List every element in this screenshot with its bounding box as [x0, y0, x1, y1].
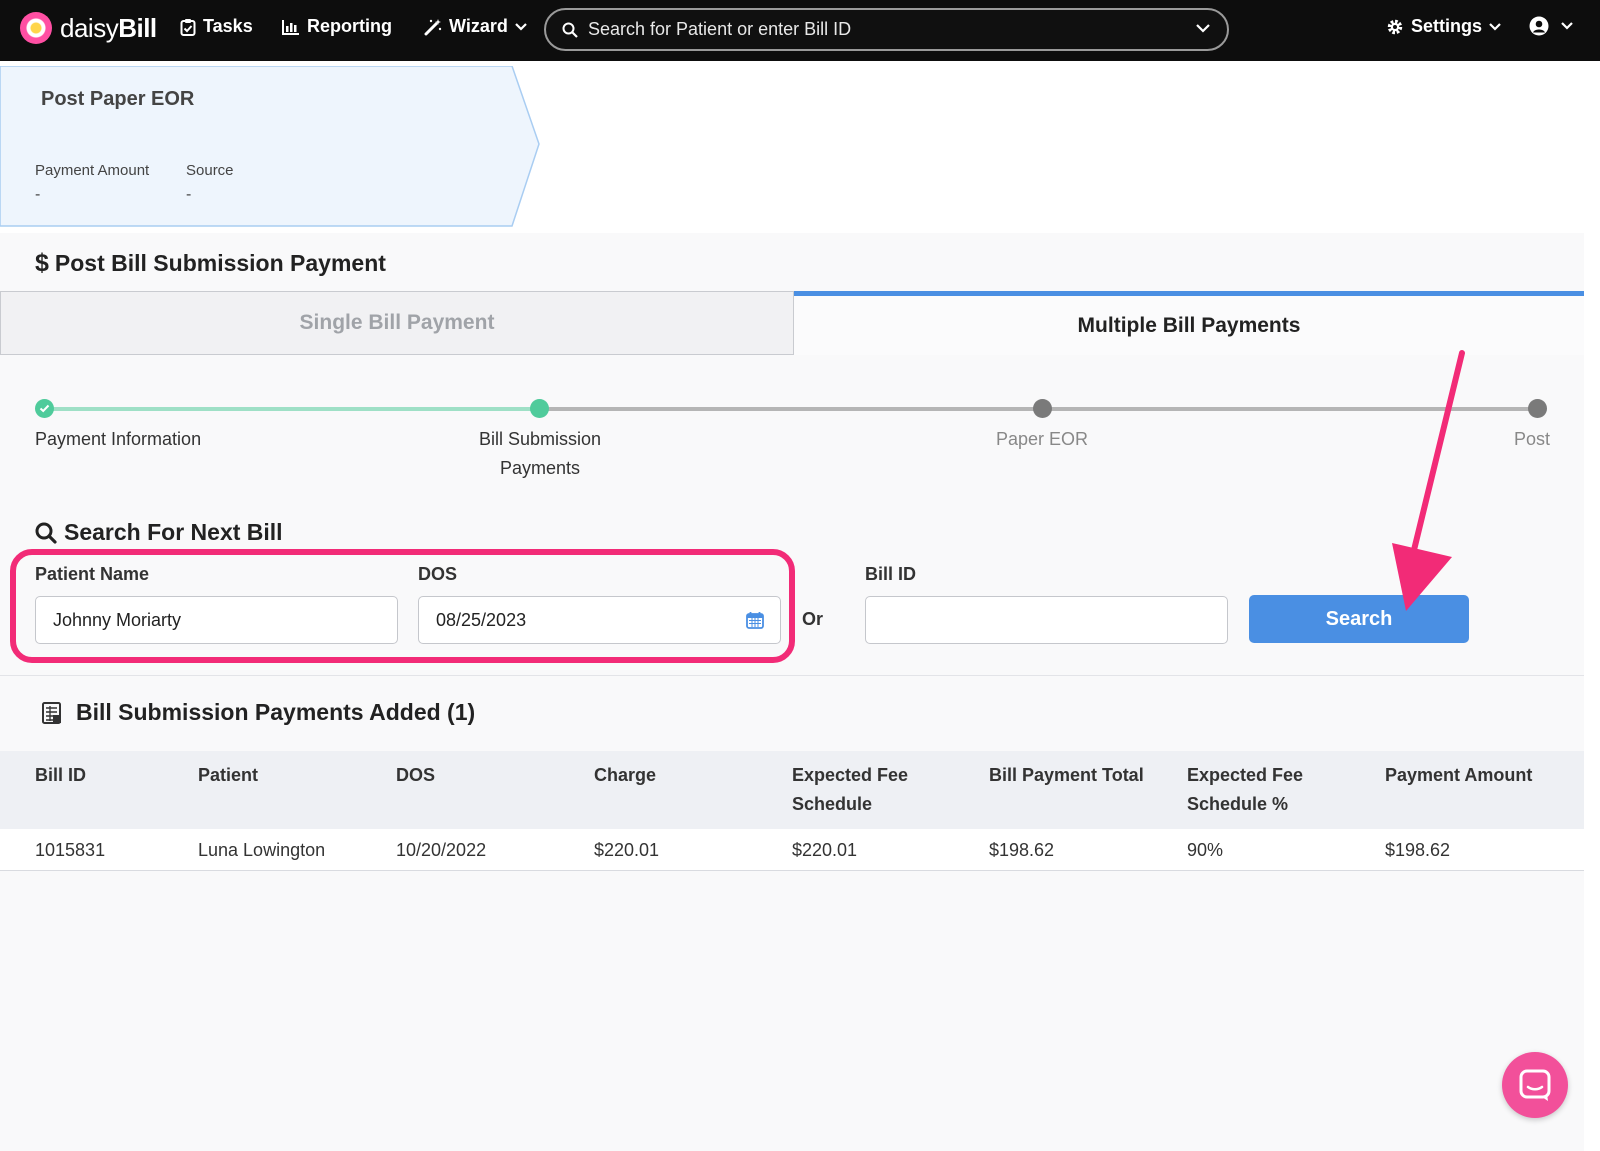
nav-tasks-label: Tasks	[203, 16, 253, 36]
step-card-title: Post Paper EOR	[41, 88, 195, 110]
step-header-card: Post Paper EOR Payment Amount - Source -	[0, 66, 540, 228]
brand-name: daisyBill	[60, 12, 157, 43]
cell-charge: $220.01	[594, 840, 660, 860]
bar-chart-icon	[282, 19, 299, 35]
chevron-down-icon[interactable]	[1195, 22, 1211, 34]
top-navbar: daisyBill Tasks Reporting Wizard Search …	[0, 0, 1600, 61]
column-header: DOS	[396, 765, 436, 785]
column-header: Patient	[198, 765, 259, 785]
user-menu[interactable]	[1529, 16, 1581, 36]
chat-icon	[1519, 1069, 1551, 1101]
payments-added-heading: Bill Submission Payments Added (1)	[40, 699, 475, 726]
cell-expected-fee-schedule: $220.01	[792, 840, 858, 860]
brand-logo[interactable]: daisyBill	[20, 12, 157, 44]
spreadsheet-icon	[42, 701, 61, 724]
search-icon	[562, 22, 578, 38]
step-label-payment-information: Payment Information	[35, 429, 202, 449]
nav-settings-label: Settings	[1411, 16, 1483, 36]
cell-bill-id: 1015831	[35, 840, 106, 860]
table-header: Bill ID Patient DOS Charge Expected Fee …	[0, 751, 1584, 829]
step-label-bill-submission-payments: Bill Submission Payments	[478, 429, 602, 478]
table-row[interactable]: 1015831 Luna Lowington 10/20/2022 $220.0…	[0, 829, 1584, 871]
payment-amount-label: Payment Amount	[35, 162, 150, 179]
bill-id-input[interactable]	[865, 596, 1228, 644]
or-separator: Or	[802, 609, 824, 629]
cell-patient: Luna Lowington	[198, 840, 326, 860]
step-label-paper-eor: Paper EOR	[995, 429, 1089, 449]
clipboard-check-icon	[180, 18, 196, 36]
step-label-post: Post	[1513, 429, 1550, 449]
chat-support-button[interactable]	[1502, 1052, 1568, 1118]
chevron-down-icon	[515, 22, 527, 31]
column-header: Expected Fee Schedule %	[1187, 765, 1304, 814]
panel-title: $ Post Bill Submission Payment	[35, 249, 386, 278]
bill-id-label: Bill ID	[865, 564, 917, 584]
progress-stepper: Payment Information Bill Submission Paym…	[0, 393, 1584, 483]
step-pending-dot	[1528, 399, 1547, 418]
chevron-down-icon	[1489, 22, 1501, 31]
tab-single-bill-payment[interactable]: Single Bill Payment	[0, 291, 794, 355]
global-search-input[interactable]: Search for Patient or enter Bill ID	[544, 8, 1229, 51]
search-next-bill-heading-text: Search For Next Bill	[64, 519, 283, 545]
nav-wizard[interactable]: Wizard	[424, 16, 535, 37]
nav-wizard-label: Wizard	[449, 16, 508, 36]
highlight-annotation	[10, 549, 795, 663]
column-header: Expected Fee Schedule	[792, 765, 909, 814]
step-current-dot	[530, 399, 549, 418]
column-header: Charge	[594, 765, 657, 785]
user-avatar-icon	[1529, 16, 1549, 36]
cell-payment-amount: $198.62	[1385, 840, 1451, 860]
payments-added-heading-text: Bill Submission Payments Added (1)	[76, 699, 476, 725]
daisy-logo-icon	[20, 12, 52, 44]
step-pending-dot	[1033, 399, 1052, 418]
search-next-bill-heading: Search For Next Bill	[35, 519, 283, 546]
column-header: Payment Amount	[1385, 765, 1533, 785]
gear-icon	[1387, 19, 1403, 34]
step-complete-check-icon	[35, 399, 54, 418]
post-payment-panel: $ Post Bill Submission Payment Single Bi…	[0, 233, 1584, 1151]
cell-dos: 10/20/2022	[396, 840, 487, 860]
column-header: Bill Payment Total	[989, 765, 1144, 785]
section-divider	[0, 675, 1584, 676]
chevron-down-icon	[1561, 22, 1573, 30]
annotation-arrow-icon	[1392, 350, 1465, 611]
nav-settings[interactable]: Settings	[1386, 16, 1509, 37]
payment-amount-value: -	[35, 186, 41, 203]
cell-expected-fee-schedule-percent: 90%	[1187, 840, 1224, 860]
source-value: -	[186, 186, 192, 203]
panel-title-text: Post Bill Submission Payment	[54, 250, 386, 276]
source-label: Source	[186, 162, 234, 179]
nav-reporting-label: Reporting	[307, 16, 392, 36]
cell-bill-payment-total: $198.62	[989, 840, 1055, 860]
global-search-placeholder: Search for Patient or enter Bill ID	[588, 19, 852, 39]
nav-reporting[interactable]: Reporting	[282, 16, 392, 37]
magic-wand-icon	[424, 18, 442, 35]
search-icon	[35, 522, 57, 544]
dollar-icon: $	[35, 249, 49, 277]
nav-tasks[interactable]: Tasks	[180, 16, 253, 37]
stepper-track-complete	[44, 407, 540, 411]
column-header: Bill ID	[35, 765, 87, 785]
